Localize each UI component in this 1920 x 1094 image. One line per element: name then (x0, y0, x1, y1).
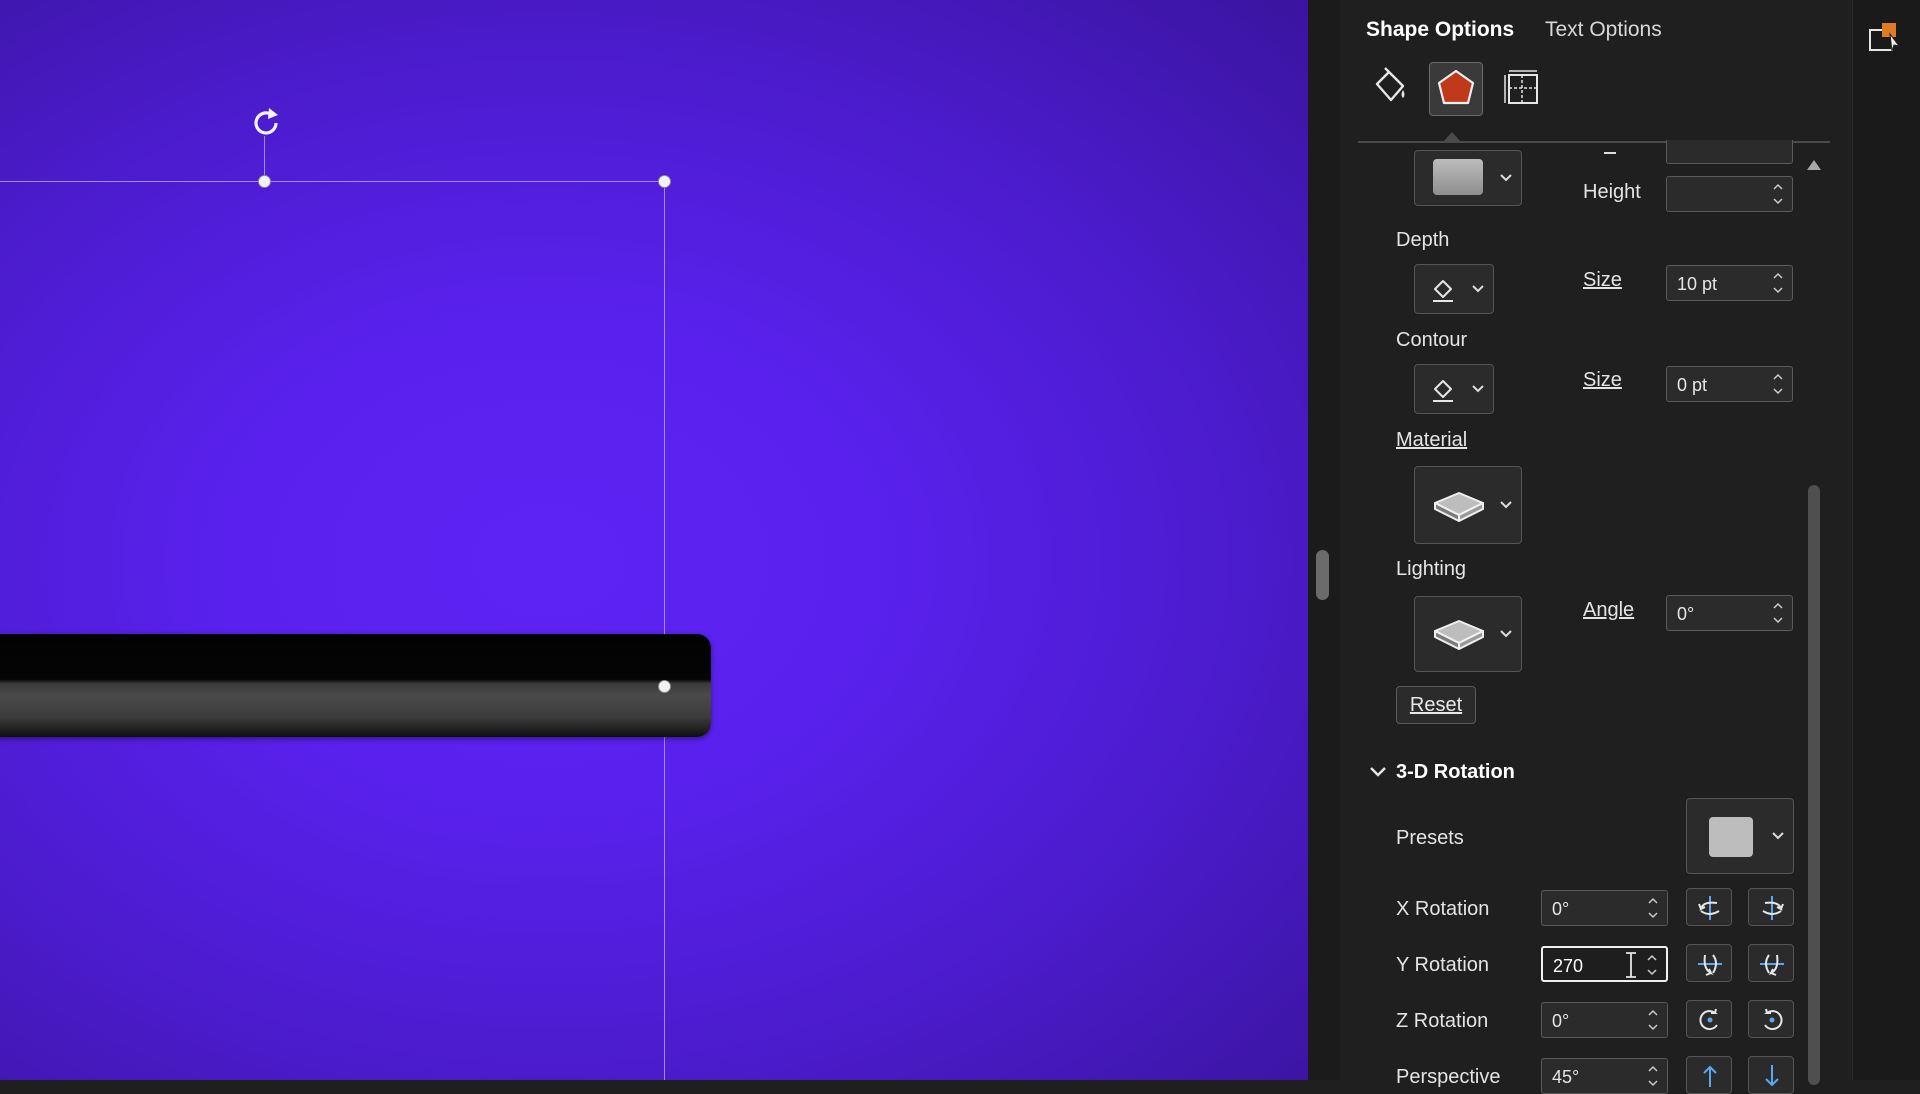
material-label-text: Material (1396, 429, 1468, 451)
chevron-down-icon (1500, 630, 1512, 638)
rotate-icon[interactable] (247, 104, 285, 142)
bevel-bottom-dropdown[interactable] (1414, 150, 1522, 206)
bevel-width-field[interactable] (1666, 140, 1793, 164)
material-label: Material (1396, 429, 1467, 452)
spin-arrows-icon[interactable] (1772, 370, 1784, 398)
rotation-presets-dropdown[interactable] (1686, 798, 1794, 874)
spin-arrows-icon[interactable] (1772, 599, 1784, 627)
height-field[interactable] (1666, 176, 1793, 212)
reset-button[interactable]: Reset (1396, 686, 1476, 724)
chevron-down-icon (1500, 174, 1512, 182)
contour-size-field[interactable]: 0 pt (1666, 366, 1793, 402)
z-rotate-counterclockwise-button[interactable] (1748, 1000, 1794, 1038)
material-icon (1434, 492, 1484, 522)
selected-3d-shape[interactable] (0, 634, 711, 737)
arrow-up-icon (1703, 1065, 1717, 1087)
scroll-up-arrow-icon[interactable] (1807, 160, 1821, 170)
right-side-strip (1852, 0, 1920, 1080)
size-properties-icon[interactable] (1496, 62, 1550, 116)
z-rotation-label: Z Rotation (1396, 1010, 1489, 1032)
spin-arrows-icon[interactable] (1647, 894, 1659, 922)
spin-arrows-icon[interactable] (1772, 180, 1784, 208)
chevron-down-icon (1472, 285, 1484, 293)
pane-pin-icon[interactable] (1866, 20, 1902, 56)
paint-bucket-icon (1433, 280, 1453, 302)
splitter-grip[interactable] (1316, 550, 1329, 600)
lighting-label: Lighting (1396, 558, 1467, 580)
y-rotate-up-button[interactable] (1686, 944, 1732, 982)
selection-right-edge (664, 181, 665, 1080)
fill-line-icon[interactable] (1363, 62, 1417, 116)
rotate-down-icon (1760, 954, 1784, 976)
resize-handle-top-right[interactable] (658, 175, 671, 188)
spin-arrows-icon[interactable] (1772, 269, 1784, 297)
x-rotate-left-button[interactable] (1686, 888, 1732, 926)
pane-splitter[interactable] (1308, 0, 1340, 1080)
depth-size-label: Size (1583, 269, 1622, 291)
slide-canvas[interactable] (0, 0, 1308, 1080)
contour-color-dropdown[interactable] (1414, 364, 1494, 414)
lighting-icon (1434, 620, 1484, 650)
resize-handle-right[interactable] (658, 680, 671, 693)
perspective-field[interactable]: 45° (1541, 1058, 1668, 1094)
active-category-indicator (1443, 132, 1461, 142)
contour-label: Contour (1396, 329, 1468, 351)
pane-scrollbar-thumb[interactable] (1808, 485, 1820, 1085)
depth-label: Depth (1396, 229, 1450, 251)
rotate-clockwise-icon (1699, 1008, 1718, 1031)
angle-label: Angle (1583, 599, 1635, 621)
perspective-label: Perspective (1396, 1066, 1501, 1088)
section-3d-rotation-title[interactable]: 3-D Rotation (1396, 761, 1515, 784)
x-rotation-label: X Rotation (1396, 898, 1490, 920)
rotate-counterclockwise-icon (1764, 1008, 1783, 1031)
effects-pentagon-icon[interactable] (1429, 62, 1483, 116)
x-rotation-field[interactable]: 0° (1541, 890, 1668, 926)
y-rotate-down-button[interactable] (1748, 944, 1794, 982)
y-rotation-field[interactable]: 270 (1541, 946, 1668, 982)
z-rotation-field[interactable]: 0° (1541, 1002, 1668, 1038)
tab-text-options[interactable]: Text Options (1545, 18, 1662, 42)
perspective-increase-button[interactable] (1686, 1056, 1732, 1094)
tab-shape-options[interactable]: Shape Options (1366, 18, 1514, 42)
rotate-right-icon (1762, 896, 1784, 920)
y-rotation-label: Y Rotation (1396, 954, 1490, 976)
rotate-left-icon (1698, 896, 1720, 920)
spin-arrows-icon[interactable] (1646, 951, 1658, 979)
chevron-down-icon (1500, 501, 1512, 509)
height-label: Height (1583, 181, 1641, 203)
material-dropdown[interactable] (1414, 466, 1522, 544)
lighting-angle-field[interactable]: 0° (1666, 595, 1793, 631)
chevron-down-icon (1472, 385, 1484, 393)
rotate-up-icon (1698, 954, 1722, 976)
chevron-down-icon[interactable] (1368, 764, 1388, 780)
cut-off-label-fragment (1604, 152, 1616, 154)
arrow-down-icon (1765, 1065, 1779, 1087)
chevron-down-icon (1772, 832, 1784, 840)
perspective-decrease-button[interactable] (1748, 1056, 1794, 1094)
spin-arrows-icon[interactable] (1647, 1006, 1659, 1034)
depth-size-field[interactable]: 10 pt (1666, 265, 1793, 301)
bevel-preview (1433, 159, 1483, 195)
depth-color-dropdown[interactable] (1414, 264, 1494, 314)
text-cursor-icon (1626, 952, 1636, 978)
presets-label: Presets (1396, 827, 1464, 849)
resize-handle-top[interactable] (258, 175, 271, 188)
selection-top-edge (0, 181, 665, 182)
paint-bucket-icon (1433, 380, 1453, 402)
contour-size-label: Size (1583, 369, 1622, 391)
z-rotate-clockwise-button[interactable] (1686, 1000, 1732, 1038)
spin-arrows-icon[interactable] (1647, 1062, 1659, 1090)
reset-label: Reset (1409, 694, 1463, 716)
lighting-dropdown[interactable] (1414, 596, 1522, 672)
preset-preview (1709, 817, 1753, 857)
x-rotate-right-button[interactable] (1748, 888, 1794, 926)
